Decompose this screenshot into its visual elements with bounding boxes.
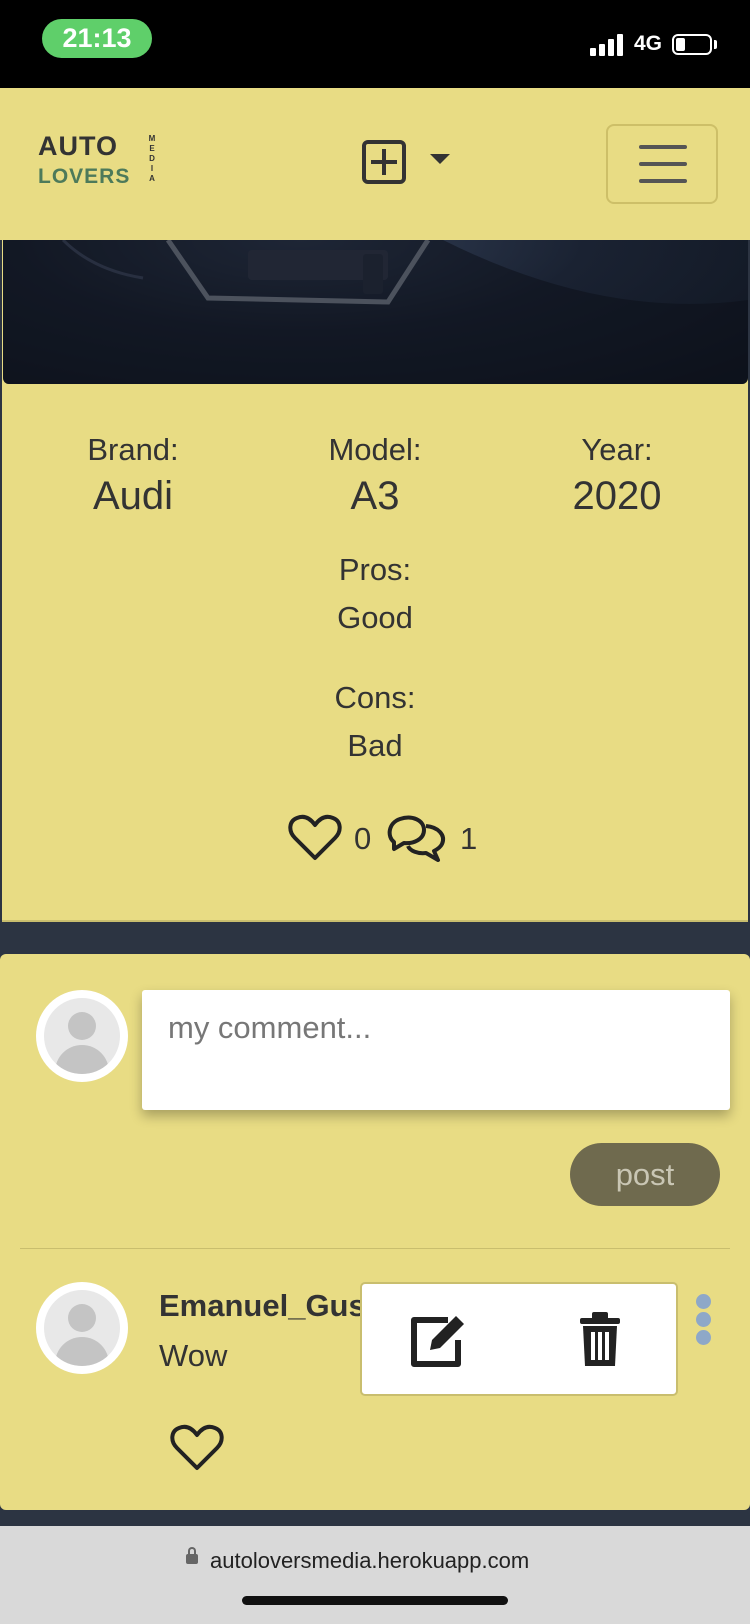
likes-count: 0 (354, 821, 372, 856)
signal-icon (590, 34, 623, 56)
logo-line2[interactable]: LOVERS (38, 165, 130, 189)
navbar-toggler-button[interactable] (606, 124, 718, 204)
post-comment-button[interactable]: post (570, 1143, 720, 1206)
pros-label: Pros: (338, 552, 412, 587)
model-label: Model: (328, 432, 422, 467)
battery-icon (672, 34, 712, 55)
cons-value: Bad (347, 728, 403, 763)
dashboard-image (3, 240, 748, 384)
edit-icon[interactable] (410, 1312, 470, 1368)
plus-square-icon[interactable] (362, 140, 406, 184)
caret-down-icon[interactable] (430, 154, 450, 164)
brand-label: Brand: (87, 432, 179, 467)
comment-avatar[interactable] (36, 1282, 128, 1374)
comment-input[interactable] (142, 990, 730, 1110)
more-options-icon[interactable] (696, 1294, 712, 1346)
year-value: 2020 (572, 474, 662, 518)
comment-actions-menu (360, 1282, 678, 1396)
cons-label: Cons: (334, 680, 416, 715)
browser-url-bar[interactable] (0, 1526, 750, 1624)
comments-icon[interactable] (386, 814, 448, 864)
comments-count: 1 (460, 821, 478, 856)
network-type: 4G (634, 32, 663, 55)
divider (20, 1248, 730, 1249)
trash-icon[interactable] (578, 1312, 622, 1368)
post-image (3, 240, 748, 384)
avatar[interactable] (36, 990, 128, 1082)
url-text[interactable]: autoloversmedia.herokuapp.com (210, 1548, 529, 1574)
comment-text: Wow (159, 1338, 228, 1373)
model-value: A3 (350, 474, 400, 518)
lock-icon (186, 1547, 198, 1564)
comment-username[interactable]: Emanuel_Gus (159, 1288, 366, 1324)
comment-like-icon[interactable] (170, 1424, 224, 1472)
home-indicator[interactable] (242, 1596, 508, 1605)
heart-icon[interactable] (288, 814, 342, 862)
logo-line1[interactable]: AUTO (38, 131, 118, 162)
logo-side-text: MEDIA (148, 134, 156, 183)
pros-value: Good (337, 600, 413, 635)
year-label: Year: (581, 432, 653, 467)
status-time: 21:13 (42, 19, 152, 58)
brand-value: Audi (92, 474, 174, 518)
battery-nub (714, 40, 717, 49)
